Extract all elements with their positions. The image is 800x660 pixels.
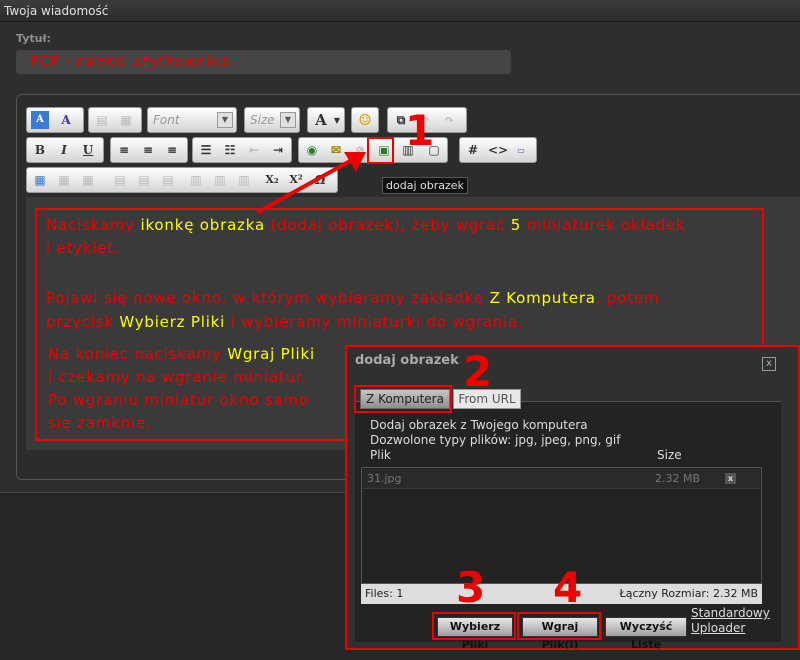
upload-files-highlight <box>517 612 601 640</box>
emoticon-group: ☺ <box>351 107 379 133</box>
instructions-line-1: Naciskamy ikonkę obrazka (dodaj obrazek)… <box>46 216 686 234</box>
align-group: ≡ ≡ ≡ <box>110 137 188 163</box>
code-group: # <> ▭ <box>459 137 537 163</box>
table-group: ▦ ▦ ▦ ▤ ▤ ▤ ▥ ▥ ▥ X₂ X² Ω <box>26 167 338 193</box>
instructions-line-5: Na koniec naciskamy Wgraj Pliki <box>48 345 315 363</box>
smiley-icon[interactable]: ☺ <box>356 111 374 129</box>
instructions-line-4: przycisk Wybierz Pliki i wybieramy minia… <box>46 313 524 331</box>
total-size: Łączny Rozmiar: 2.32 MB <box>619 587 758 600</box>
instructions-line-7: Po wgraniu miniatur okno samo <box>48 391 309 409</box>
step-2-label: 2 <box>463 347 493 396</box>
files-count: Files: 1 <box>365 587 404 600</box>
php-icon[interactable]: ▭ <box>512 141 530 159</box>
hash-icon[interactable]: # <box>464 141 482 159</box>
chevron-down-icon: ▼ <box>333 115 341 125</box>
row-before-icon[interactable]: ▤ <box>111 171 129 189</box>
subscript-icon[interactable]: X₂ <box>263 171 281 189</box>
row-after-icon[interactable]: ▤ <box>135 171 153 189</box>
special-char-icon[interactable]: Ω <box>311 171 329 189</box>
font-select[interactable]: Font ▼ <box>147 107 237 133</box>
col-after-icon[interactable]: ▥ <box>211 171 229 189</box>
uploader-link[interactable]: Uploader <box>691 621 745 635</box>
align-right-icon[interactable]: ≡ <box>163 141 181 159</box>
superscript-icon[interactable]: X² <box>287 171 305 189</box>
outdent-icon[interactable]: ⇤ <box>245 141 263 159</box>
size-select[interactable]: Size ▼ <box>244 107 300 133</box>
code-icon[interactable]: <> <box>488 141 508 159</box>
close-icon[interactable]: x <box>762 357 776 371</box>
table-delete-icon[interactable]: ▦ <box>79 171 97 189</box>
underline-icon[interactable]: U <box>79 141 97 159</box>
tab-highlight <box>354 385 452 413</box>
file-size: 2.32 MB <box>655 472 701 485</box>
instructions-line-2: i etykiet. <box>46 239 120 257</box>
image-button-highlight <box>367 137 394 164</box>
align-left-icon[interactable]: ≡ <box>115 141 133 159</box>
bold-icon[interactable]: B <box>31 141 49 159</box>
title-input[interactable]: PCP - nazwa użytkownika <box>16 50 511 74</box>
clear-list-button[interactable]: Wyczyść Listę <box>605 617 687 651</box>
title-label: Tytuł: <box>16 32 51 45</box>
row-delete-icon[interactable]: ▤ <box>159 171 177 189</box>
font-color-icon[interactable]: A <box>31 111 49 129</box>
step-3-label: 3 <box>456 563 486 612</box>
indent-icon[interactable]: ⇥ <box>269 141 287 159</box>
format-group: A ▼ <box>307 107 345 133</box>
basic-format-group: B I U <box>26 137 104 163</box>
italic-icon[interactable]: I <box>55 141 73 159</box>
bullet-list-icon[interactable]: ☷ <box>221 141 239 159</box>
redo-icon[interactable]: ↷ <box>440 111 458 129</box>
list-group: ☰ ☷ ⇤ ⇥ <box>192 137 292 163</box>
tooltip: dodaj obrazek <box>382 177 468 194</box>
allowed-types: Dozwolone typy plików: jpg, jpeg, png, g… <box>370 433 621 447</box>
instructions-line-8: się zamknie. <box>48 414 152 432</box>
paste-text-icon[interactable]: ▦ <box>117 111 135 129</box>
file-name: 31.jpg <box>367 472 402 485</box>
align-center-icon[interactable]: ≡ <box>139 141 157 159</box>
highlight-color-icon[interactable]: A <box>57 111 75 129</box>
chevron-down-icon: ▼ <box>280 112 296 128</box>
choose-files-highlight <box>432 612 516 640</box>
standard-uploader-link[interactable]: Standardowy <box>691 606 770 620</box>
size-placeholder: Size <box>250 113 275 127</box>
table-props-icon[interactable]: ▦ <box>55 171 73 189</box>
upload-description: Dodaj obrazek z Twojego komputera <box>370 418 588 432</box>
instructions-line-6: i czekamy na wgranie miniatur. <box>48 368 308 386</box>
size-column-header: Size <box>657 448 682 462</box>
clipboard-group: ▤ ▦ <box>88 107 142 133</box>
col-before-icon[interactable]: ▥ <box>187 171 205 189</box>
text-color-group: A A <box>26 107 84 133</box>
file-column-header: Plik <box>370 448 391 462</box>
chevron-down-icon: ▼ <box>217 112 233 128</box>
table-icon[interactable]: ▦ <box>31 171 49 189</box>
font-placeholder: Font <box>153 113 180 127</box>
ordered-list-icon[interactable]: ☰ <box>197 141 215 159</box>
paste-icon[interactable]: ▤ <box>93 111 111 129</box>
email-icon[interactable]: ✉ <box>327 141 345 159</box>
dialog-title: dodaj obrazek <box>355 353 459 368</box>
window-title: Twoja wiadomość <box>0 0 800 22</box>
step-1-label: 1 <box>405 106 435 155</box>
step-4-label: 4 <box>553 563 583 612</box>
remove-file-icon[interactable]: x <box>725 473 736 484</box>
table-row[interactable]: 31.jpg 2.32 MB x <box>363 469 760 489</box>
link-icon[interactable]: ◉ <box>303 141 321 159</box>
col-delete-icon[interactable]: ▥ <box>235 171 253 189</box>
instructions-line-3: Pojawi się nowe okno, w którym wybieramy… <box>46 289 660 307</box>
